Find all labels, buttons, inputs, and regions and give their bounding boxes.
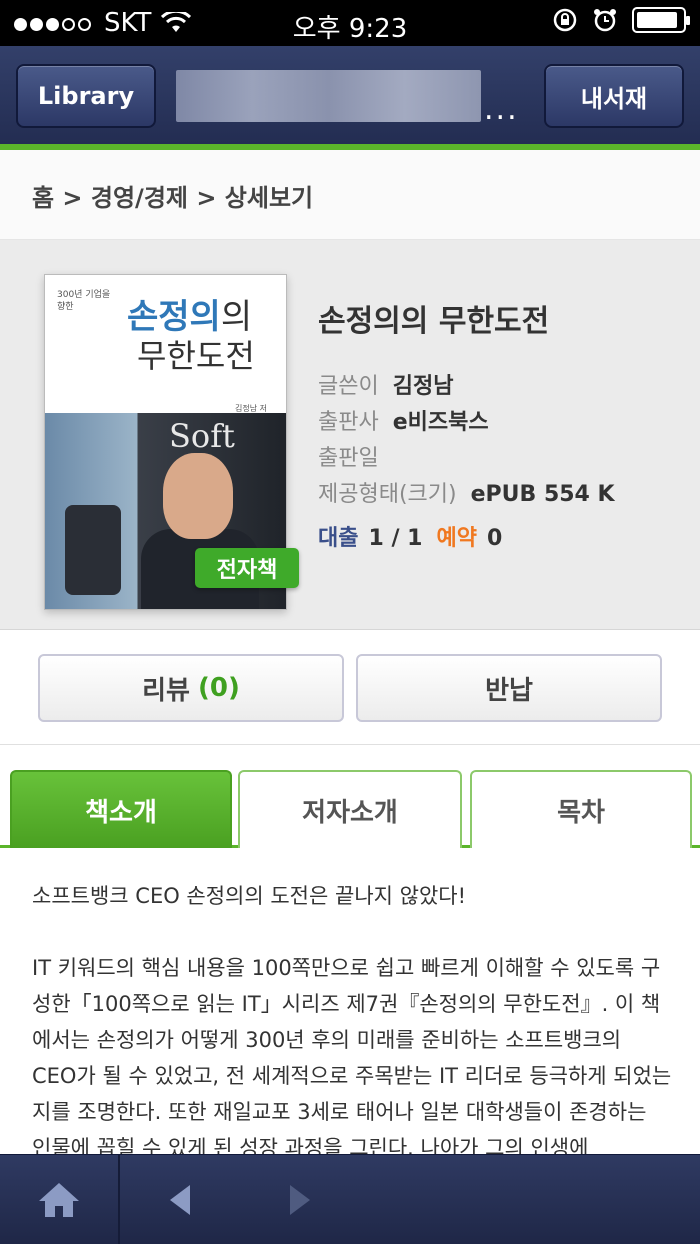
book-description: 소프트뱅크 CEO 손정의의 도전은 끝나지 않았다! IT 키워드의 핵심 내… xyxy=(32,878,672,1154)
forward-arrow-icon xyxy=(290,1185,310,1215)
library-button[interactable]: Library xyxy=(16,64,156,128)
loan-value: 1 / 1 xyxy=(368,526,423,551)
publisher-row: 출판사 e비즈북스 xyxy=(318,404,489,436)
cover-title-line2: 무한도전 xyxy=(137,337,255,375)
divider xyxy=(0,744,700,745)
cover-soft-word: Soft xyxy=(169,417,235,455)
back-arrow-icon xyxy=(170,1185,190,1215)
back-button[interactable] xyxy=(150,1155,210,1244)
reserve-label: 예약 xyxy=(436,526,477,551)
format-row: 제공형태(크기) ePUB 554 K xyxy=(318,476,615,508)
review-count: (0) xyxy=(197,673,240,703)
my-library-button[interactable]: 내서재 xyxy=(544,64,684,128)
description-headline: 소프트뱅크 CEO 손정의의 도전은 끝나지 않았다! xyxy=(32,884,467,908)
loan-status: 대출 1 / 1 예약 0 xyxy=(318,520,502,552)
tab-book-intro[interactable]: 책소개 xyxy=(10,770,232,848)
breadcrumb: 홈 > 경영/경제 > 상세보기 xyxy=(0,150,700,240)
rotation-lock-icon xyxy=(553,8,577,32)
tab-author-intro[interactable]: 저자소개 xyxy=(238,770,462,848)
forward-button[interactable] xyxy=(270,1155,330,1244)
toolbar-divider xyxy=(118,1155,120,1244)
pubdate-row: 출판일 xyxy=(318,440,393,472)
cover-tagline: 300년 기업을 향한 xyxy=(57,290,111,312)
loan-label: 대출 xyxy=(318,526,359,551)
publisher-value: e비즈북스 xyxy=(392,410,489,435)
cover-robot-figure xyxy=(65,505,121,595)
pubdate-label: 출판일 xyxy=(318,446,379,471)
book-info-panel: 300년 기업을 향한 손정의의 무한도전 김정남 저 Soft 전자책 손정의… xyxy=(0,240,700,630)
alarm-icon xyxy=(594,9,616,32)
author-row: 글쓴이 김정남 xyxy=(318,368,453,400)
author-label: 글쓴이 xyxy=(318,374,379,399)
publisher-label: 출판사 xyxy=(318,410,379,435)
tab-table-of-contents[interactable]: 목차 xyxy=(470,770,692,848)
home-icon xyxy=(39,1183,79,1217)
nav-title-ellipsis: ... xyxy=(484,92,519,127)
return-button[interactable]: 반납 xyxy=(356,654,662,722)
breadcrumb-text: 홈 > 경영/경제 > 상세보기 xyxy=(32,184,314,212)
ebook-badge: 전자책 xyxy=(195,548,299,588)
format-value: ePUB 554 K xyxy=(470,482,615,507)
review-label: 리뷰 xyxy=(142,675,190,706)
nav-bar: Library ... 내서재 xyxy=(0,46,700,150)
cover-person-face xyxy=(163,453,233,539)
review-button[interactable]: 리뷰 (0) xyxy=(38,654,344,722)
detail-tabs: 책소개 저자소개 목차 xyxy=(0,770,700,848)
reserve-value: 0 xyxy=(486,526,503,551)
author-value: 김정남 xyxy=(392,374,454,399)
home-button[interactable] xyxy=(0,1155,118,1244)
status-bar: SKT 오후 9:23 xyxy=(0,0,700,46)
book-title: 손정의의 무한도전 xyxy=(318,304,550,339)
battery-icon xyxy=(632,7,690,33)
nav-title-blurred xyxy=(176,70,481,122)
description-body: IT 키워드의 핵심 내용을 100쪽만으로 쉽고 빠르게 이해할 수 있도록 … xyxy=(32,956,672,1154)
format-label: 제공형태(크기) xyxy=(318,482,457,507)
bottom-toolbar xyxy=(0,1154,700,1244)
